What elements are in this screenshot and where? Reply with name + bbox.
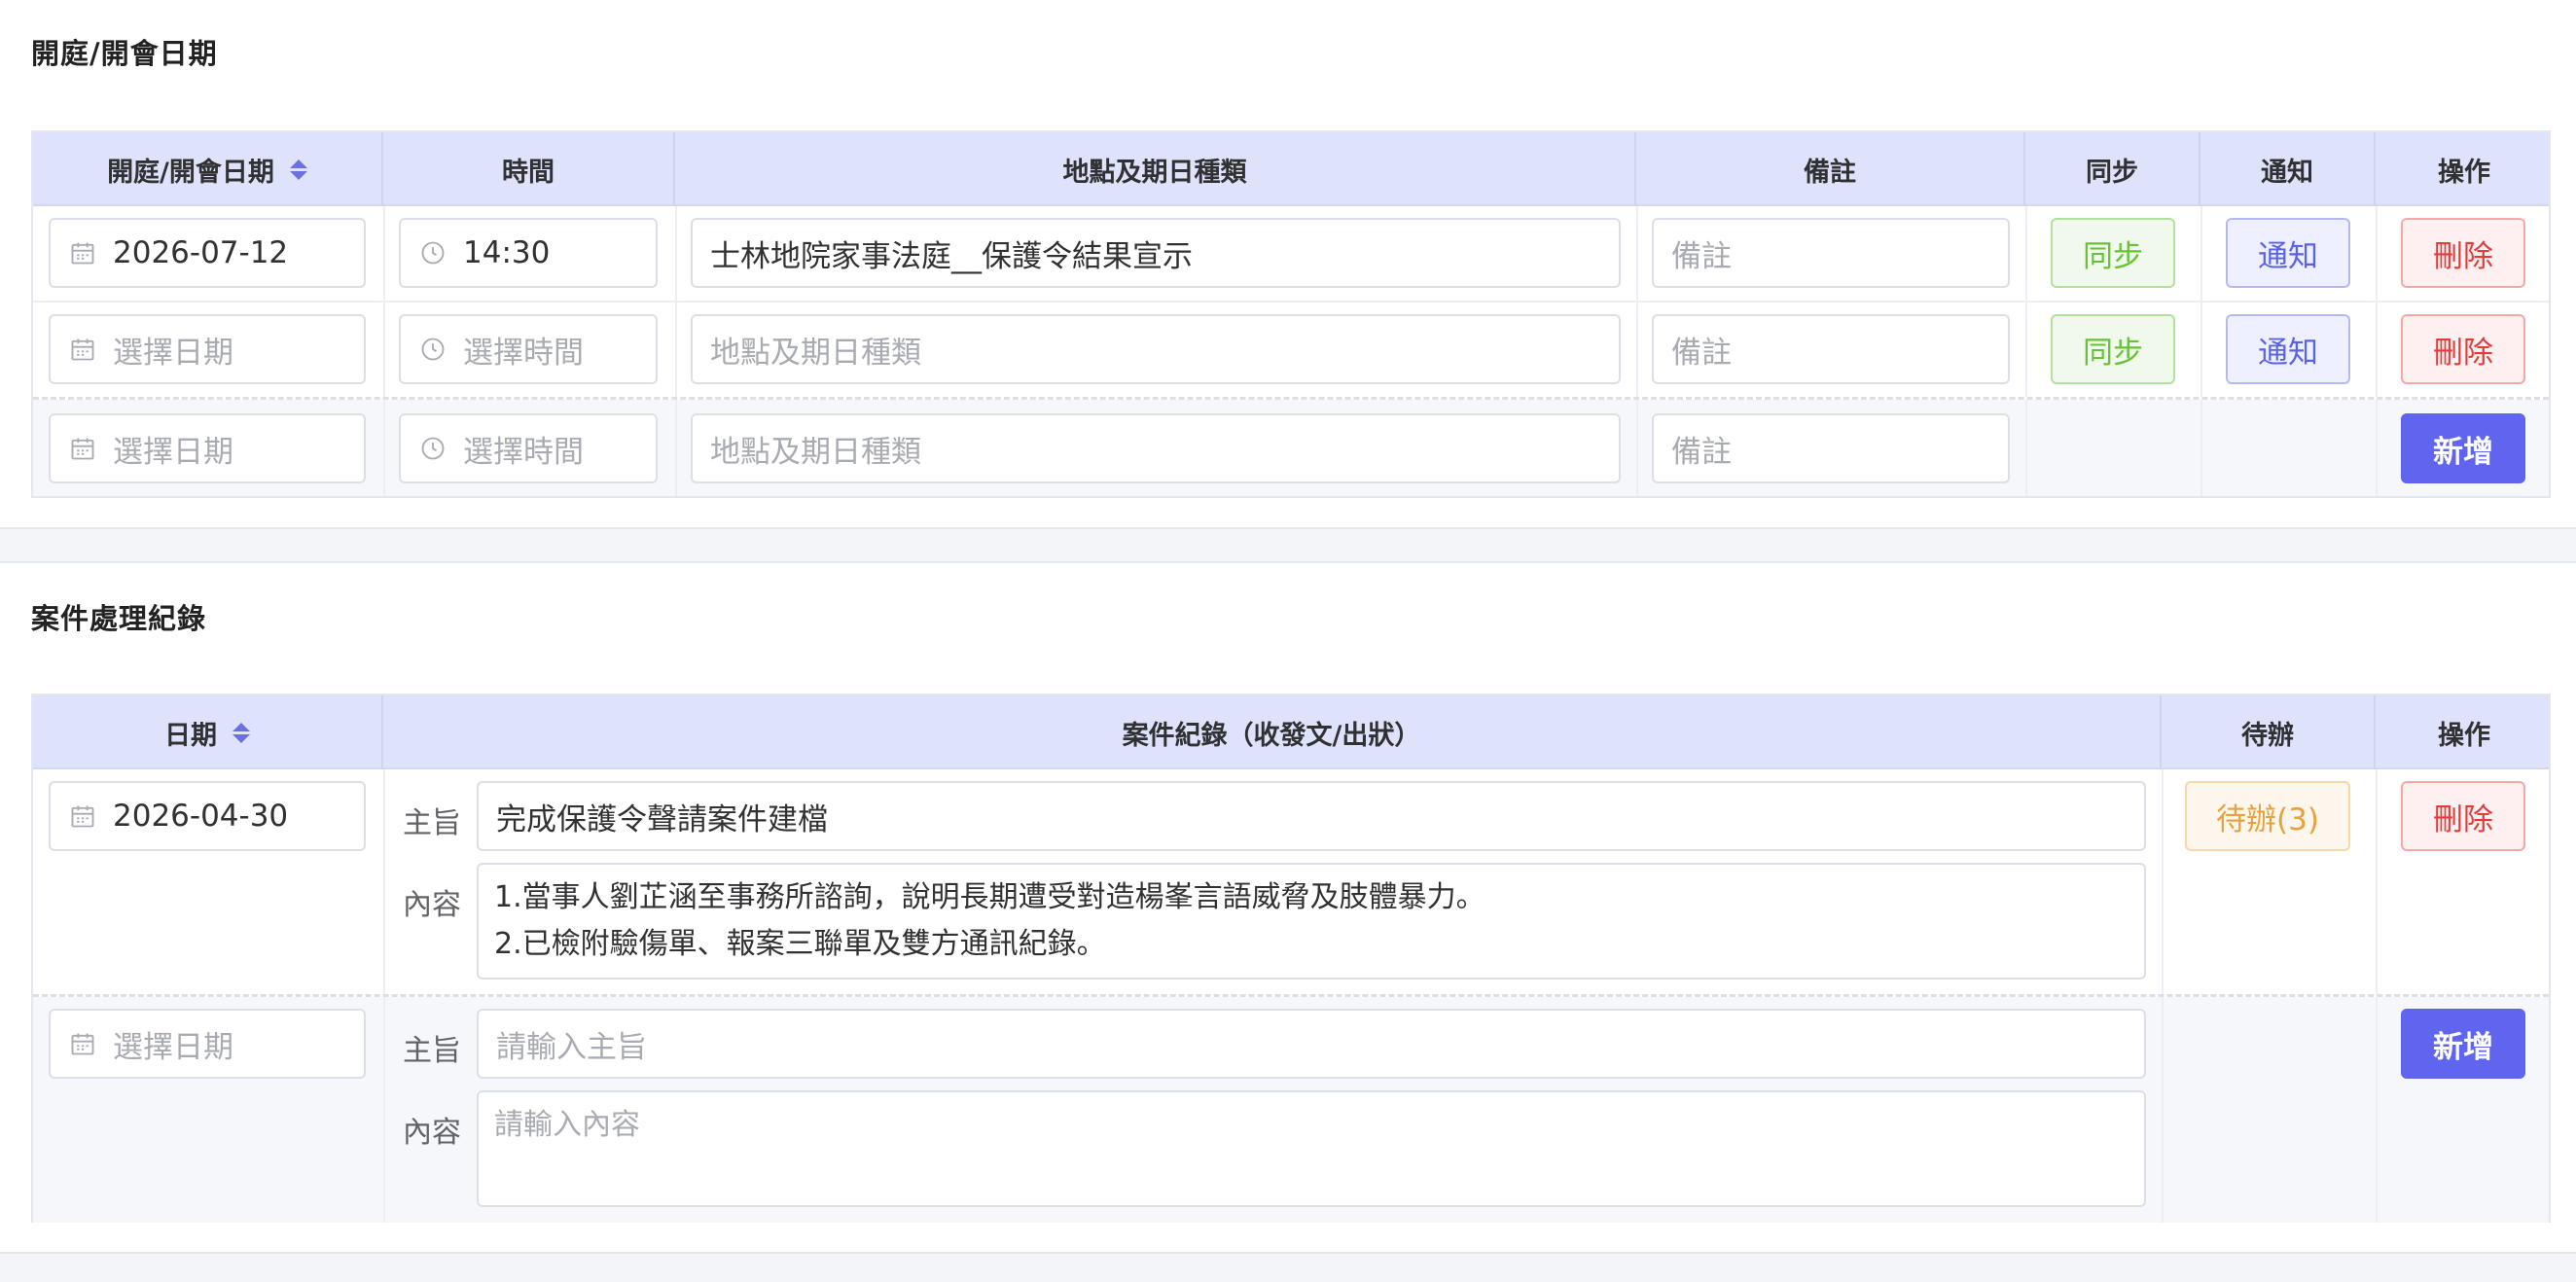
record-new-row: 選擇日期 主旨 請輸入主旨 內容 請輸入內容 新增 (33, 997, 2549, 1223)
record-row: 2026-04-30 主旨 完成保護令聲請案件建檔 內容 1.當事人劉芷涵至事務… (33, 769, 2549, 997)
sync-button[interactable]: 同步 (2051, 314, 2175, 384)
hearing-row: 選擇日期 選擇時間 地點及期日種類 備註 同步 通知 刪除 (33, 303, 2549, 400)
delete-button[interactable]: 刪除 (2401, 781, 2525, 851)
new-date-picker[interactable]: 選擇日期 (49, 1009, 366, 1079)
col-header-action: 操作 (2438, 720, 2490, 751)
clock-icon (418, 434, 447, 463)
date-picker[interactable]: 選擇日期 (49, 314, 366, 384)
record-table: 日期 案件紀錄（收發文/出狀） 待辦 操作 2026-04-30 主旨 完成保護… (31, 694, 2551, 1223)
new-remark-input[interactable]: 備註 (1652, 413, 2010, 483)
col-header-record: 案件紀錄（收發文/出狀） (383, 695, 2162, 769)
col-header-date-label: 開庭/開會日期 (107, 157, 274, 188)
col-header-sync: 同步 (2025, 132, 2200, 206)
new-content-textarea[interactable]: 請輸入內容 (477, 1090, 2146, 1207)
col-header-date[interactable]: 開庭/開會日期 (33, 132, 383, 206)
notify-button[interactable]: 通知 (2226, 218, 2350, 288)
col-header-time: 時間 (383, 132, 675, 206)
sync-button[interactable]: 同步 (2051, 218, 2175, 288)
sort-icon[interactable] (289, 159, 307, 180)
add-hearing-button[interactable]: 新增 (2401, 413, 2525, 483)
new-subject-input[interactable]: 請輸入主旨 (477, 1009, 2146, 1079)
hearing-table-header: 開庭/開會日期 時間 地點及期日種類 備註 同步 通知 操作 (33, 132, 2549, 206)
subject-label: 主旨 (403, 806, 461, 840)
delete-button[interactable]: 刪除 (2401, 314, 2525, 384)
subject-label: 主旨 (403, 1034, 461, 1068)
sort-icon[interactable] (233, 722, 250, 743)
hearing-new-row: 選擇日期 選擇時間 地點及期日種類 備註 新增 (33, 400, 2549, 496)
date-placeholder: 選擇日期 (113, 335, 233, 371)
calendar-icon (68, 238, 97, 267)
time-value: 14:30 (463, 235, 551, 270)
record-table-header: 日期 案件紀錄（收發文/出狀） 待辦 操作 (33, 695, 2549, 769)
col-header-todo: 待辦 (2162, 695, 2376, 769)
date-placeholder: 選擇日期 (113, 1029, 233, 1065)
content-label: 內容 (403, 888, 461, 922)
col-header-date-label: 日期 (164, 720, 217, 751)
calendar-icon (68, 801, 97, 831)
date-value: 2026-07-12 (113, 235, 289, 270)
remark-input[interactable]: 備註 (1652, 314, 2010, 384)
col-header-notify: 通知 (2200, 132, 2376, 206)
notify-button[interactable]: 通知 (2226, 314, 2350, 384)
calendar-icon (68, 1029, 97, 1058)
calendar-icon (68, 335, 97, 364)
location-input[interactable]: 地點及期日種類 (691, 314, 1621, 384)
hearing-section-title: 開庭/開會日期 (31, 37, 218, 70)
new-date-picker[interactable]: 選擇日期 (49, 413, 366, 483)
hearing-row: 2026-07-12 14:30 士林地院家事法庭__保護令結果宣示 備註 同步… (33, 206, 2549, 303)
clock-icon (418, 335, 447, 364)
subject-input[interactable]: 完成保護令聲請案件建檔 (477, 781, 2146, 851)
clock-icon (418, 238, 447, 267)
date-placeholder: 選擇日期 (113, 434, 233, 470)
time-picker[interactable]: 14:30 (399, 218, 658, 288)
col-header-date[interactable]: 日期 (33, 695, 383, 769)
hearing-dates-card: 開庭/開會日期 開庭/開會日期 時間 地點及期日種類 備註 同步 通知 操作 2… (0, 0, 2576, 529)
location-input[interactable]: 士林地院家事法庭__保護令結果宣示 (691, 218, 1621, 288)
date-picker[interactable]: 2026-07-12 (49, 218, 366, 288)
case-record-card: 案件處理紀錄 日期 案件紀錄（收發文/出狀） 待辦 操作 2026-04-30 … (0, 561, 2576, 1254)
remark-input[interactable]: 備註 (1652, 218, 2010, 288)
date-value: 2026-04-30 (113, 799, 289, 834)
new-time-picker[interactable]: 選擇時間 (399, 413, 658, 483)
content-textarea[interactable]: 1.當事人劉芷涵至事務所諮詢，說明長期遭受對造楊峯言語威脅及肢體暴力。 2.已檢… (477, 863, 2146, 979)
delete-button[interactable]: 刪除 (2401, 218, 2525, 288)
hearing-table: 開庭/開會日期 時間 地點及期日種類 備註 同步 通知 操作 2026-07-1… (31, 130, 2551, 498)
content-label: 內容 (403, 1116, 461, 1150)
calendar-icon (68, 434, 97, 463)
add-record-button[interactable]: 新增 (2401, 1009, 2525, 1079)
date-picker[interactable]: 2026-04-30 (49, 781, 366, 851)
col-header-action: 操作 (2438, 157, 2490, 188)
record-section-title: 案件處理紀錄 (31, 602, 207, 635)
col-header-remark: 備註 (1636, 132, 2025, 206)
col-header-location: 地點及期日種類 (675, 132, 1636, 206)
todo-button[interactable]: 待辦(3) (2185, 781, 2350, 851)
time-placeholder: 選擇時間 (463, 434, 584, 470)
new-location-input[interactable]: 地點及期日種類 (691, 413, 1621, 483)
time-picker[interactable]: 選擇時間 (399, 314, 658, 384)
time-placeholder: 選擇時間 (463, 335, 584, 371)
